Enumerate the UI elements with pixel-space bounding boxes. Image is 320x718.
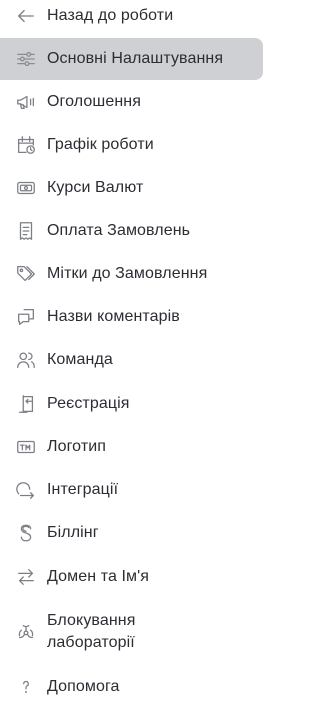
calendar-clock-icon bbox=[14, 133, 38, 157]
sidebar-item-work-schedule[interactable]: Графік роботи bbox=[0, 133, 263, 157]
sidebar-item-label: Графік роботи bbox=[47, 136, 154, 153]
swap-icon bbox=[14, 565, 38, 589]
sidebar-item-label: Логотип bbox=[47, 438, 107, 455]
sidebar-item-label: Біллінг bbox=[47, 524, 99, 541]
integration-icon bbox=[14, 478, 38, 502]
sidebar-item-domain-and-name[interactable]: Домен та Ім'я bbox=[0, 565, 263, 589]
arrow-left-icon bbox=[14, 4, 38, 28]
sliders-icon bbox=[14, 47, 38, 71]
comment-icon bbox=[14, 305, 38, 329]
biohazard-icon bbox=[14, 620, 38, 644]
sidebar-item-label: Курси Валют bbox=[47, 179, 144, 196]
sidebar-item-label: Інтеграції bbox=[47, 481, 119, 498]
sidebar-item-label: Оголошення bbox=[47, 93, 141, 110]
back-to-work-link[interactable]: Назад до роботи bbox=[0, 4, 263, 28]
help-icon bbox=[14, 675, 38, 699]
tags-icon bbox=[14, 262, 38, 286]
billing-icon bbox=[14, 521, 38, 545]
settings-sidebar: Назад до роботи Основні Налаштування Ого… bbox=[0, 0, 284, 718]
sidebar-item-registration[interactable]: Реєстрація bbox=[0, 392, 263, 416]
sidebar-item-lab-blocking[interactable]: Блокування лабораторії bbox=[0, 609, 263, 655]
sidebar-item-label: Команда bbox=[47, 351, 113, 368]
megaphone-icon bbox=[14, 90, 38, 114]
sidebar-item-label: Блокування лабораторії bbox=[47, 612, 136, 651]
sidebar-item-order-payment[interactable]: Оплата Замовлень bbox=[0, 219, 263, 243]
sidebar-item-order-tags[interactable]: Мітки до Замовлення bbox=[0, 262, 263, 286]
trademark-icon bbox=[14, 435, 38, 459]
sidebar-item-label: Реєстрація bbox=[47, 395, 130, 412]
sidebar-item-general-settings[interactable]: Основні Налаштування bbox=[0, 38, 263, 80]
sidebar-item-comment-names[interactable]: Назви коментарів bbox=[0, 305, 263, 329]
sign-in-icon bbox=[14, 392, 38, 416]
users-icon bbox=[14, 348, 38, 372]
sidebar-item-currency-rates[interactable]: Курси Валют bbox=[0, 176, 263, 200]
sidebar-item-label: Мітки до Замовлення bbox=[47, 265, 208, 282]
sidebar-item-announcements[interactable]: Оголошення bbox=[0, 90, 263, 114]
sidebar-item-logo[interactable]: Логотип bbox=[0, 435, 263, 459]
sidebar-item-integrations[interactable]: Інтеграції bbox=[0, 478, 263, 502]
sidebar-item-label: Назви коментарів bbox=[47, 308, 180, 325]
currency-icon bbox=[14, 176, 38, 200]
sidebar-item-label: Допомога bbox=[47, 678, 120, 695]
sidebar-item-team[interactable]: Команда bbox=[0, 348, 263, 372]
sidebar-item-label: Оплата Замовлень bbox=[47, 222, 191, 239]
back-to-work-label: Назад до роботи bbox=[47, 7, 174, 24]
receipt-icon bbox=[14, 219, 38, 243]
sidebar-item-help[interactable]: Допомога bbox=[0, 675, 263, 699]
sidebar-item-billing[interactable]: Біллінг bbox=[0, 521, 263, 545]
sidebar-item-label: Основні Налаштування bbox=[47, 50, 224, 67]
sidebar-item-label: Домен та Ім'я bbox=[47, 568, 150, 585]
